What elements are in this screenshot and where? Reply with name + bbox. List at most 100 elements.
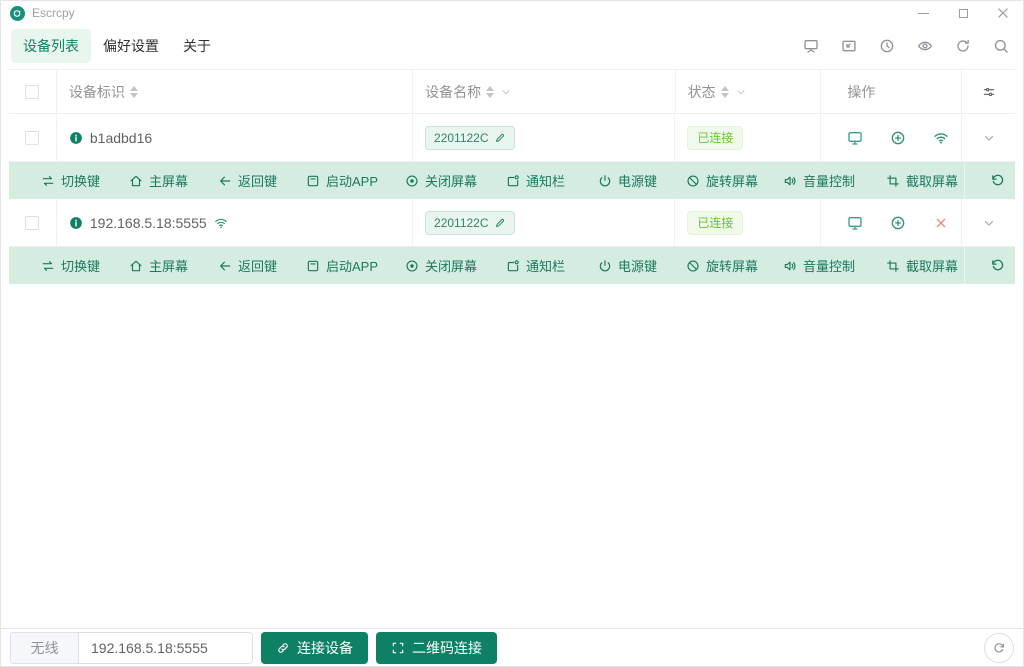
controlbar-item-notification[interactable]: 通知栏: [506, 247, 565, 284]
controlbar-item-back[interactable]: 返回键: [218, 247, 277, 284]
connection-mode-select[interactable]: 无线: [11, 633, 79, 663]
tab-preferences[interactable]: 偏好设置: [91, 29, 171, 63]
controlbar-label: 音量控制: [803, 171, 855, 190]
mirror-screen-icon[interactable]: [847, 130, 863, 146]
controlbar-item-rotate[interactable]: 旋转屏幕: [686, 247, 758, 284]
controlbar-label: 电源键: [618, 171, 657, 190]
controlbar-item-screenshot[interactable]: 截取屏幕: [886, 247, 958, 284]
launch-app-icon: [306, 174, 320, 188]
controlbar-item-screen-off[interactable]: 关闭屏幕: [405, 162, 477, 199]
controlbar-refresh-button[interactable]: [990, 247, 1005, 284]
device-name-text: 2201122C: [434, 131, 489, 145]
controlbar-item-power[interactable]: 电源键: [598, 247, 657, 284]
filter-chevron-icon[interactable]: [500, 86, 512, 98]
mirror-screen-icon[interactable]: [847, 215, 863, 231]
controlbar-item-launch-app[interactable]: 启动APP: [306, 162, 378, 199]
edit-icon[interactable]: [494, 132, 506, 144]
divider: [964, 247, 965, 284]
eye-preview-icon[interactable]: [917, 38, 933, 54]
connect-device-button[interactable]: 连接设备: [261, 632, 368, 664]
screen-mirror-icon[interactable]: [803, 38, 819, 54]
maximize-button[interactable]: [943, 1, 983, 25]
controlbar-item-volume[interactable]: 音量控制: [783, 247, 855, 284]
qr-connect-button[interactable]: 二维码连接: [376, 632, 497, 664]
rotate-screen-icon: [686, 259, 700, 273]
header-device-id[interactable]: 设备标识: [57, 70, 413, 113]
power-icon: [598, 174, 612, 188]
tab-device-list[interactable]: 设备列表: [11, 29, 91, 63]
controlbar-item-launch-app[interactable]: 启动APP: [306, 247, 378, 284]
app-logo-icon: [10, 6, 25, 21]
header-actions-label: 操作: [847, 82, 875, 102]
controlbar-label: 返回键: [238, 171, 277, 190]
refresh-icon[interactable]: [955, 38, 971, 54]
rotate-screen-icon: [686, 174, 700, 188]
status-cell: 已连接: [675, 199, 821, 246]
device-name-tag[interactable]: 2201122C: [425, 126, 515, 150]
sort-icon[interactable]: [130, 86, 138, 98]
minimize-button[interactable]: [903, 1, 943, 25]
history-clock-icon[interactable]: [879, 38, 895, 54]
header-device-name[interactable]: 设备名称: [413, 70, 675, 113]
header-column-settings[interactable]: [962, 70, 1015, 113]
row-checkbox[interactable]: [25, 131, 39, 145]
wifi-connect-icon[interactable]: [933, 130, 949, 146]
controlbar-item-switch[interactable]: 切换键: [41, 247, 100, 284]
controlbar-item-home[interactable]: 主屏幕: [129, 247, 188, 284]
picture-in-picture-icon[interactable]: [841, 38, 857, 54]
table-header-row: 设备标识 设备名称 状态 操作: [9, 70, 1015, 114]
controlbar-item-notification[interactable]: 通知栏: [506, 162, 565, 199]
device-row-wireless: 192.168.5.18:5555 2201122C 已连接: [9, 199, 1015, 247]
device-name-tag[interactable]: 2201122C: [425, 211, 515, 235]
sort-icon[interactable]: [721, 86, 729, 98]
search-icon[interactable]: [993, 38, 1009, 54]
controlbar-label: 切换键: [61, 256, 100, 275]
refresh-ccw-icon: [990, 173, 1005, 188]
header-device-id-label: 设备标识: [69, 82, 125, 102]
chevron-down-icon[interactable]: [982, 216, 996, 230]
controlbar-label: 主屏幕: [149, 256, 188, 275]
maximize-icon: [959, 9, 968, 18]
select-all-checkbox[interactable]: [25, 85, 39, 99]
tab-about[interactable]: 关于: [171, 29, 223, 63]
filter-chevron-icon[interactable]: [735, 86, 747, 98]
actions-cell: [821, 114, 962, 161]
row-checkbox[interactable]: [25, 216, 39, 230]
close-button[interactable]: [983, 1, 1023, 25]
edit-icon[interactable]: [494, 217, 506, 229]
controlbar-item-rotate[interactable]: 旋转屏幕: [686, 162, 758, 199]
window-controls: [903, 1, 1023, 25]
actions-cell: [821, 199, 962, 246]
controlbar-item-home[interactable]: 主屏幕: [129, 162, 188, 199]
sort-icon[interactable]: [486, 86, 494, 98]
header-status-label: 状态: [688, 82, 716, 102]
power-icon: [598, 259, 612, 273]
controlbar-item-switch[interactable]: 切换键: [41, 162, 100, 199]
chevron-down-icon[interactable]: [982, 131, 996, 145]
controlbar-item-screen-off[interactable]: 关闭屏幕: [405, 247, 477, 284]
notification-icon: [506, 259, 520, 273]
disconnect-icon[interactable]: [933, 215, 949, 231]
controlbar-refresh-button[interactable]: [990, 162, 1005, 199]
add-task-icon[interactable]: [890, 215, 906, 231]
controlbar-label: 返回键: [238, 256, 277, 275]
controlbar-item-power[interactable]: 电源键: [598, 162, 657, 199]
launch-app-icon: [306, 259, 320, 273]
controlbar-item-back[interactable]: 返回键: [218, 162, 277, 199]
minimize-icon: [918, 13, 929, 14]
info-icon[interactable]: [69, 216, 83, 230]
controlbar-label: 切换键: [61, 171, 100, 190]
header-device-name-label: 设备名称: [425, 82, 481, 102]
screenshot-icon: [886, 259, 900, 273]
header-status[interactable]: 状态: [676, 70, 822, 113]
switch-icon: [41, 259, 55, 273]
refresh-devices-button[interactable]: [984, 633, 1014, 663]
add-task-icon[interactable]: [890, 130, 906, 146]
info-icon[interactable]: [69, 131, 83, 145]
address-input[interactable]: [79, 633, 252, 663]
device-name-cell: 2201122C: [413, 199, 675, 246]
titlebar: Escrcpy: [1, 1, 1023, 25]
controlbar-item-volume[interactable]: 音量控制: [783, 162, 855, 199]
column-settings-icon: [982, 85, 996, 99]
controlbar-item-screenshot[interactable]: 截取屏幕: [886, 162, 958, 199]
